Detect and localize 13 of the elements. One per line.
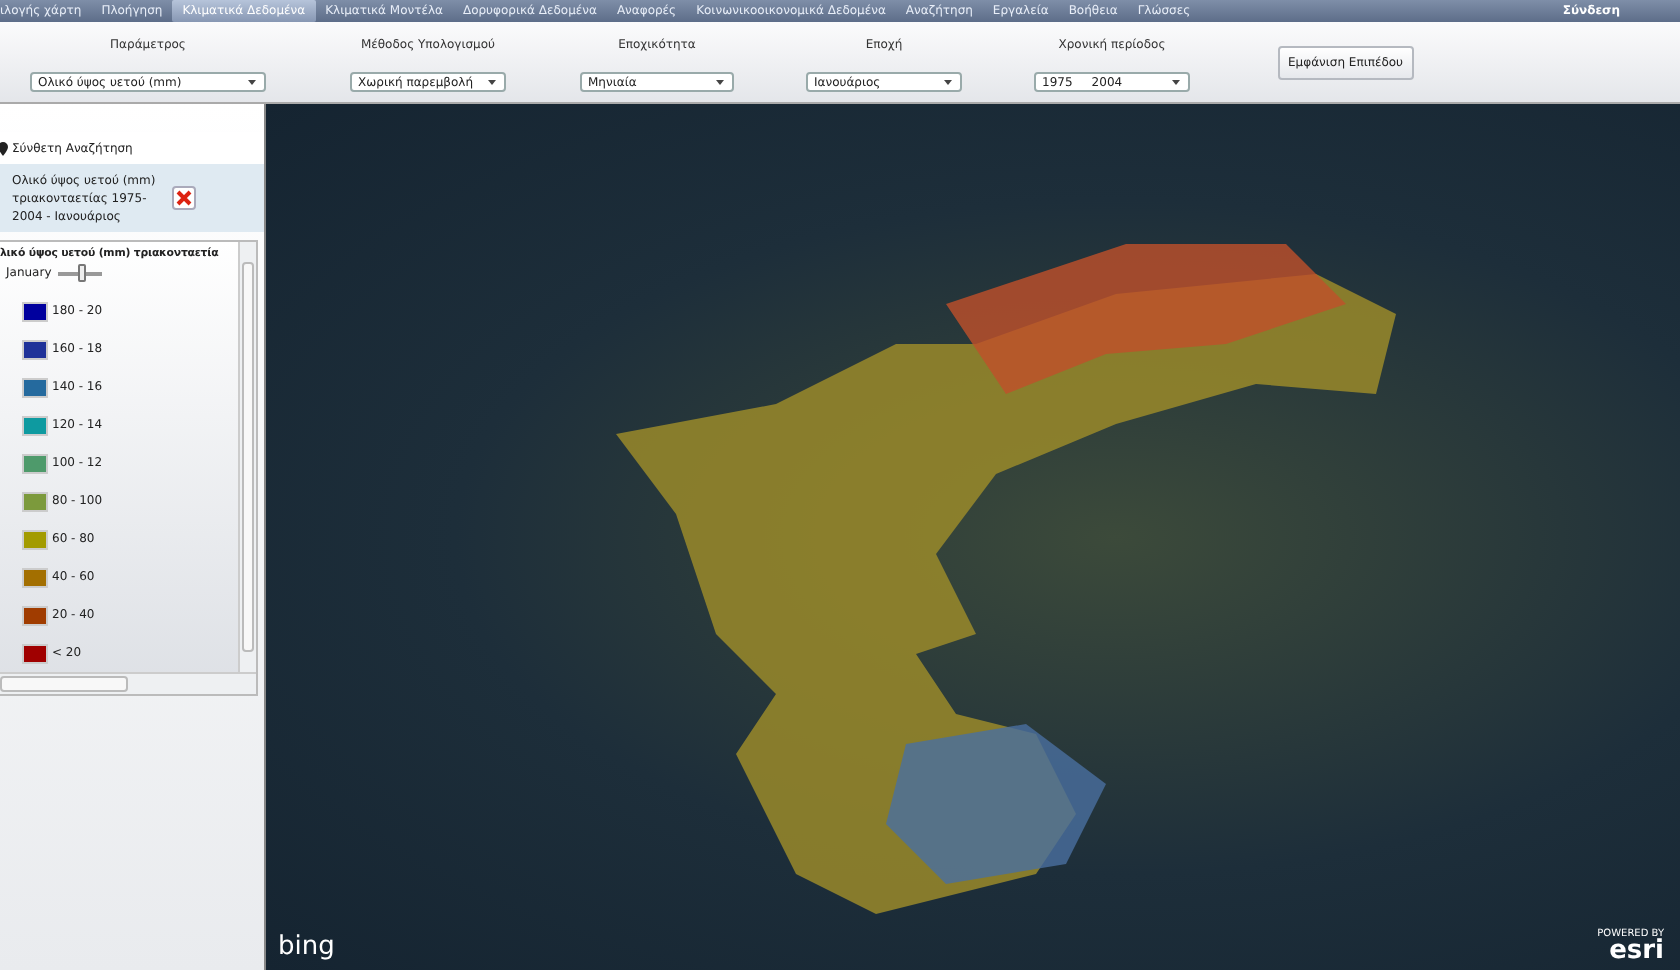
- caret-icon: [1170, 76, 1182, 88]
- bing-logo: bing: [278, 932, 335, 962]
- esri-logo: esri: [1609, 940, 1664, 964]
- horizontal-scrollbar[interactable]: [0, 672, 256, 694]
- vertical-scrollbar[interactable]: [238, 242, 256, 672]
- caret-icon: [942, 76, 954, 88]
- pin-icon: [0, 141, 8, 155]
- close-icon: [176, 190, 192, 206]
- caret-icon: [486, 76, 498, 88]
- caret-icon: [714, 76, 726, 88]
- caret-icon: [246, 76, 258, 88]
- remove-layer-button[interactable]: [172, 186, 196, 210]
- slider-thumb[interactable]: [77, 263, 86, 281]
